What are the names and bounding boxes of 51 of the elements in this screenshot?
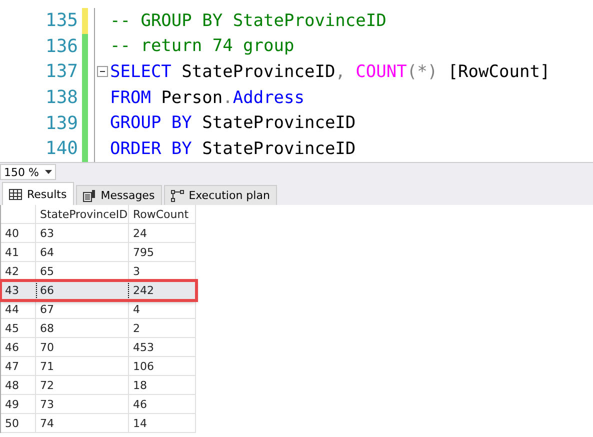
table-cell: 68	[36, 319, 129, 338]
line-number: 140	[44, 138, 78, 160]
line-number: 135	[44, 10, 78, 32]
table-cell: 71	[36, 357, 129, 376]
grid-icon	[9, 188, 22, 200]
row-number: 49	[1, 395, 36, 414]
table-cell: 795	[129, 243, 196, 262]
line-number: 138	[44, 87, 78, 108]
table-cell: 66	[36, 281, 129, 300]
collapse-icon[interactable]	[97, 66, 108, 78]
row-number: 41	[1, 243, 36, 262]
results-tab[interactable]: Messages	[76, 185, 162, 205]
corner-cell	[1, 205, 36, 224]
table-cell: 70	[36, 338, 129, 357]
table-cell: 63	[36, 224, 129, 243]
code-line: SELECT StateProvinceID, COUNT(*) [RowCount]	[110, 62, 550, 82]
line-number: 136	[44, 36, 78, 57]
results-tab[interactable]: Execution plan	[164, 185, 277, 205]
results-tab[interactable]: Results	[2, 182, 74, 205]
code-line: FROM Person.Address	[110, 88, 305, 108]
table-cell: 64	[36, 243, 129, 262]
row-number: 48	[1, 376, 36, 395]
code-line: ORDER BY StateProvinceID	[110, 138, 356, 159]
column-header[interactable]: StateProvinceID	[36, 205, 129, 224]
table-cell: 106	[129, 357, 196, 376]
zoom-dropdown[interactable]: 150 %	[0, 164, 56, 180]
row-number: 50	[1, 414, 36, 433]
line-number: 137	[44, 61, 78, 82]
row-number: 40	[1, 224, 36, 243]
code-line: GROUP BY StateProvinceID	[110, 113, 356, 134]
column-header[interactable]: RowCount	[129, 205, 196, 224]
table-cell: 74	[36, 414, 129, 433]
table-cell: 242	[129, 281, 196, 300]
code-line: -- GROUP BY StateProvinceID	[110, 10, 386, 31]
table-cell: 18	[129, 376, 196, 395]
document-icon	[82, 190, 96, 202]
row-number: 47	[1, 357, 36, 376]
table-cell: 72	[36, 376, 129, 395]
row-number: 45	[1, 319, 36, 338]
table-cell: 24	[129, 224, 196, 243]
caret-icon	[45, 170, 52, 174]
table-cell: 73	[36, 395, 129, 414]
row-number: 43	[1, 281, 36, 300]
table-cell: 46	[129, 395, 196, 414]
table-cell: 2	[129, 319, 196, 338]
table-cell: 14	[129, 414, 196, 433]
row-number: 46	[1, 338, 36, 357]
line-number: 139	[44, 112, 78, 134]
flowchart-icon	[170, 190, 184, 202]
table-cell: 453	[129, 338, 196, 357]
code-line: -- return 74 group	[110, 36, 294, 56]
